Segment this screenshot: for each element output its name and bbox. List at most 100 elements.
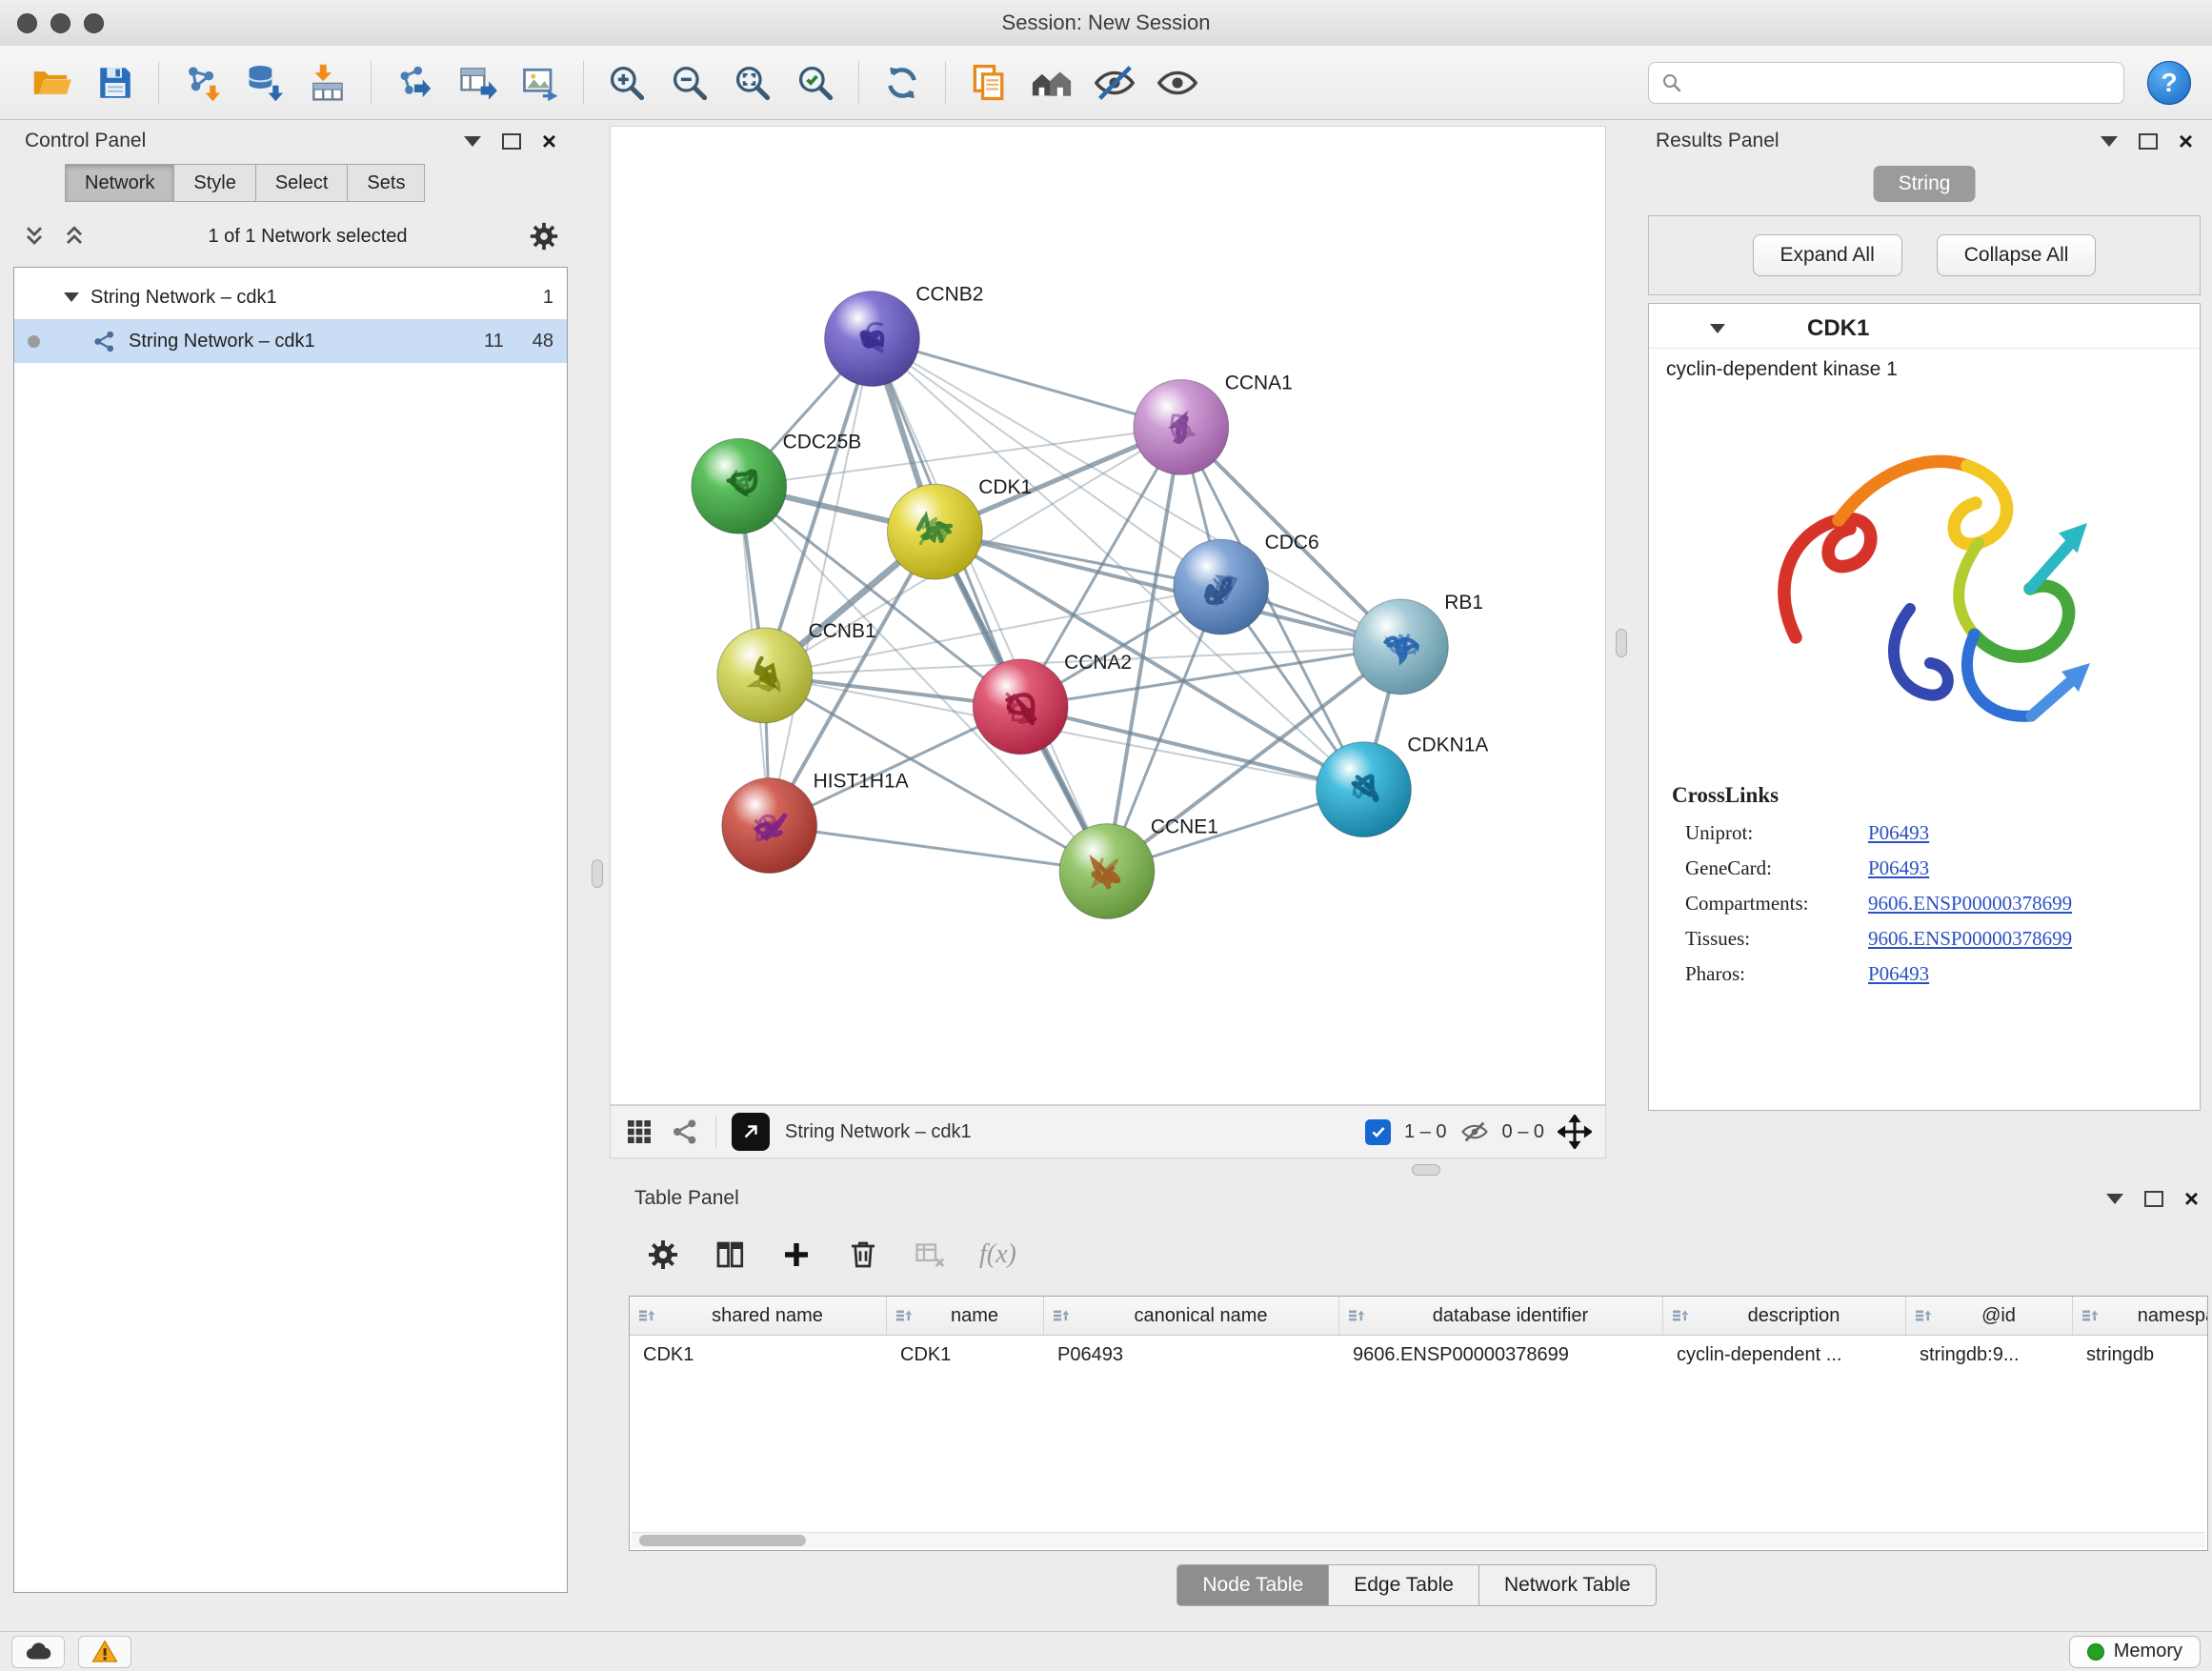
export-image-button[interactable]: [513, 55, 568, 111]
network-node-CDC6[interactable]: CDC6: [1174, 532, 1319, 634]
collapse-all-icon[interactable]: [21, 223, 48, 250]
show-all-button[interactable]: [1150, 55, 1205, 111]
import-table-from-file-button[interactable]: [300, 55, 355, 111]
tab-select[interactable]: Select: [256, 164, 349, 202]
delete-column-icon[interactable]: [846, 1238, 880, 1272]
zoom-in-button[interactable]: [599, 55, 654, 111]
export-network-button[interactable]: [387, 55, 442, 111]
panel-menu-icon[interactable]: [2106, 1194, 2123, 1204]
tab-sets[interactable]: Sets: [348, 164, 425, 202]
float-panel-icon[interactable]: [2139, 133, 2158, 150]
open-session-button[interactable]: [25, 55, 80, 111]
close-panel-icon[interactable]: ×: [2184, 1186, 2199, 1211]
network-node-CCNB2[interactable]: CCNB2: [825, 284, 984, 387]
column-header-namespace[interactable]: namespace: [2073, 1297, 2208, 1335]
network-node-CCNE1[interactable]: CCNE1: [1059, 816, 1218, 919]
copy-document-icon: [968, 62, 1010, 104]
column-header-name[interactable]: name: [887, 1297, 1044, 1335]
search-box: [1648, 62, 2124, 104]
left-splitter-handle[interactable]: [592, 859, 603, 888]
float-panel-icon[interactable]: [2144, 1191, 2163, 1207]
hide-selected-button[interactable]: [1087, 55, 1142, 111]
move-crosshair-icon[interactable]: [1558, 1115, 1592, 1149]
gear-icon[interactable]: [646, 1238, 680, 1272]
network-canvas[interactable]: CCNB2CCNA1CDC25BCDK1CDC6RB1CCNB1CCNA2CDK…: [610, 126, 1606, 1105]
help-button[interactable]: ?: [2147, 61, 2191, 105]
hidden-eye-slash-icon[interactable]: [1460, 1117, 1489, 1146]
network-node-HIST1H1A[interactable]: HIST1H1A: [722, 771, 909, 874]
float-panel-icon[interactable]: [502, 133, 521, 150]
tab-network[interactable]: Network: [65, 164, 174, 202]
tab-node-table[interactable]: Node Table: [1176, 1564, 1329, 1606]
grid-view-icon[interactable]: [624, 1117, 654, 1147]
crosslink-value-link[interactable]: P06493: [1868, 821, 1929, 845]
show-columns-icon[interactable]: [713, 1238, 747, 1272]
network-overview-icon[interactable]: [670, 1117, 700, 1147]
network-node-CCNA1[interactable]: CCNA1: [1134, 372, 1293, 474]
tab-network-table[interactable]: Network Table: [1479, 1564, 1657, 1606]
string-home-button[interactable]: [1024, 55, 1079, 111]
network-collection-row[interactable]: String Network – cdk1 1: [14, 275, 567, 319]
expand-all-icon[interactable]: [61, 223, 88, 250]
network-row[interactable]: String Network – cdk1 11 48: [14, 319, 567, 363]
zoom-window-button[interactable]: [84, 13, 104, 33]
gear-icon[interactable]: [528, 220, 560, 252]
network-edge[interactable]: [872, 339, 1180, 428]
search-input[interactable]: [1691, 70, 2112, 94]
tab-style[interactable]: Style: [174, 164, 255, 202]
expand-all-button[interactable]: Expand All: [1753, 234, 1902, 276]
tab-string[interactable]: String: [1874, 166, 1976, 202]
duplicate-document-button[interactable]: [961, 55, 1016, 111]
horizontal-splitter-handle[interactable]: [1412, 1164, 1440, 1176]
column-header--id[interactable]: @id: [1906, 1297, 2073, 1335]
horizontal-scrollbar[interactable]: [632, 1532, 2205, 1548]
column-header-canonical-name[interactable]: canonical name: [1044, 1297, 1339, 1335]
function-builder-icon[interactable]: f(x): [979, 1239, 1016, 1270]
crosslink-value-link[interactable]: 9606.ENSP00000378699: [1868, 927, 2072, 951]
table-row[interactable]: CDK1CDK1P064939606.ENSP00000378699cyclin…: [630, 1336, 2207, 1374]
network-edge[interactable]: [1020, 707, 1363, 790]
warning-button[interactable]: [78, 1636, 131, 1668]
refresh-button[interactable]: [875, 55, 930, 111]
collection-disclosure-icon[interactable]: [64, 292, 79, 302]
column-header-database-identifier[interactable]: database identifier: [1339, 1297, 1663, 1335]
network-edge[interactable]: [770, 826, 1107, 872]
network-node-CCNA2[interactable]: CCNA2: [973, 652, 1132, 755]
memory-button[interactable]: Memory: [2069, 1636, 2201, 1668]
close-panel-icon[interactable]: ×: [542, 129, 556, 153]
collapse-all-button[interactable]: Collapse All: [1937, 234, 2097, 276]
right-splitter-handle[interactable]: [1616, 629, 1627, 657]
crosslink-value-link[interactable]: 9606.ENSP00000378699: [1868, 892, 2072, 916]
network-node-CDKN1A[interactable]: CDKN1A: [1317, 735, 1489, 837]
import-network-from-database-button[interactable]: [237, 55, 292, 111]
zoom-fit-button[interactable]: [725, 55, 780, 111]
zoom-out-button[interactable]: [662, 55, 717, 111]
close-window-button[interactable]: [17, 13, 37, 33]
panel-menu-icon[interactable]: [464, 136, 481, 147]
cloud-button[interactable]: [11, 1636, 65, 1668]
collapse-section-icon[interactable]: [1710, 324, 1725, 333]
column-header-shared-name[interactable]: shared name: [630, 1297, 887, 1335]
tab-edge-table[interactable]: Edge Table: [1329, 1564, 1479, 1606]
import-network-from-file-button[interactable]: [174, 55, 230, 111]
add-column-icon[interactable]: [779, 1238, 814, 1272]
panel-menu-icon[interactable]: [2101, 136, 2118, 147]
zoom-selected-button[interactable]: [788, 55, 843, 111]
minimize-window-button[interactable]: [50, 13, 70, 33]
close-panel-icon[interactable]: ×: [2179, 129, 2193, 153]
network-edge[interactable]: [770, 339, 873, 826]
crosslink-value-link[interactable]: P06493: [1868, 856, 1929, 880]
network-node-CDK1[interactable]: CDK1: [887, 476, 1032, 579]
open-in-window-button[interactable]: [732, 1113, 770, 1151]
search-icon: [1660, 71, 1683, 94]
column-header-description[interactable]: description: [1663, 1297, 1906, 1335]
network-node-RB1[interactable]: RB1: [1353, 592, 1483, 695]
hidden-counter: 0 – 0: [1502, 1121, 1544, 1143]
selected-checkbox-icon[interactable]: [1365, 1119, 1391, 1145]
scrollbar-thumb[interactable]: [639, 1535, 806, 1546]
export-table-button[interactable]: [450, 55, 505, 111]
crosslink-value-link[interactable]: P06493: [1868, 962, 1929, 986]
node-label: RB1: [1444, 592, 1483, 614]
save-session-button[interactable]: [88, 55, 143, 111]
crosslink-label: Tissues:: [1685, 927, 1868, 951]
